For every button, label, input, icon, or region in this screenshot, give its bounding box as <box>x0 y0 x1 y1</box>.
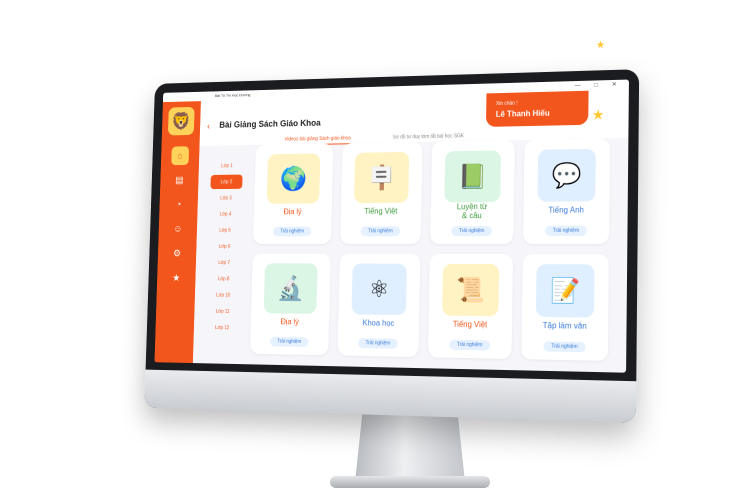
subject-card[interactable]: 📜 Tiếng Việt Trải nghiệm <box>427 253 514 359</box>
try-button[interactable]: Trải nghiệm <box>360 226 401 237</box>
subject-card[interactable]: 🔬 Địa lý Trải nghiệm <box>249 253 331 356</box>
subject-name: Địa lý <box>280 317 299 327</box>
subject-grid: 🌍 Địa lý Trải nghiệm 🪧 Tiếng Việt Trải nghiệm… <box>249 138 614 361</box>
try-button[interactable]: Trải nghiệm <box>543 341 586 353</box>
settings-icon[interactable]: ⚙ <box>168 244 186 263</box>
grade-item[interactable]: Lớp 5 <box>209 223 241 237</box>
back-arrow-icon[interactable]: ‹ <box>207 121 210 131</box>
subject-card[interactable]: 💬 Tiếng Anh Trải nghiệm <box>523 138 611 244</box>
star-icon: ★ <box>596 40 605 51</box>
subject-card[interactable]: ⚛ Khoa học Trải nghiệm <box>337 253 421 358</box>
notebook-pen-icon: 📝 <box>535 264 595 318</box>
subject-name: Tiếng Anh <box>548 205 585 215</box>
microscope-icon: 🔬 <box>263 263 318 314</box>
app-screen: Bài Tô Tín Học Dường — □ ✕ 🦁 ⌂ ▤ ◔ ☺ ⚙ ★ ‹ Bà… <box>154 79 629 373</box>
window-controls[interactable]: — □ ✕ <box>575 81 623 89</box>
grade-item[interactable]: Lớp 1 <box>211 158 243 173</box>
subject-card[interactable]: 🌍 Địa lý Trải nghiệm <box>253 143 334 245</box>
subject-card[interactable]: 📝 Tập làm văn Trải nghiệm <box>521 254 609 361</box>
book-icon[interactable]: ▤ <box>170 171 188 190</box>
try-button[interactable]: Trải nghiệm <box>358 338 398 349</box>
home-icon[interactable]: ⌂ <box>171 146 190 166</box>
page-title: Bài Giảng Sách Giáo Khoa <box>219 117 321 130</box>
subject-name: Tiếng Việt <box>364 206 398 216</box>
globe-icon: 🌍 <box>266 153 321 204</box>
vietnam-flag-icon[interactable]: ★ <box>167 269 185 288</box>
greeting-badge: Xin chào ! Lê Thanh Hiếu <box>485 90 589 127</box>
try-button[interactable]: Trải nghiệm <box>269 336 309 348</box>
atom-icon: ⚛ <box>351 263 407 316</box>
book-abc-icon: 📗 <box>444 150 502 203</box>
scroll-icon: 📜 <box>442 263 500 317</box>
subject-name: Tiếng Việt <box>452 319 488 330</box>
grade-item[interactable]: Lớp 6 <box>208 239 240 253</box>
star-icon: ★ <box>591 106 605 123</box>
bell-icon[interactable]: ◔ <box>170 195 188 214</box>
subject-card[interactable]: 📗 Luyện từ & câu Trải nghiệm <box>430 140 515 245</box>
monitor: Bài Tô Tín Học Dường — □ ✕ 🦁 ⌂ ▤ ◔ ☺ ⚙ ★ ‹ Bà… <box>144 69 640 423</box>
subject-name: Địa lý <box>283 207 302 217</box>
try-button[interactable]: Trải nghiệm <box>272 226 312 237</box>
app-logo: 🦁 <box>167 106 195 136</box>
grade-item[interactable]: Lớp 2 <box>210 174 243 190</box>
subject-card[interactable]: 🪧 Tiếng Việt Trải nghiệm <box>340 141 423 245</box>
grade-list: Lớp 1 Lớp 2 Lớp 3 Lớp 4 Lớp 5 Lớp 6 Lớp 7 Lớp 8… <box>206 158 243 337</box>
grade-item[interactable]: Lớp 4 <box>209 207 241 221</box>
user-name: Lê Thanh Hiếu <box>495 108 550 119</box>
greeting-salutation: Xin chào ! <box>495 100 518 107</box>
grade-item[interactable]: Lớp 7 <box>208 255 240 269</box>
eng-bubble-icon: 💬 <box>537 148 596 202</box>
tab-mindmap[interactable]: Sơ đồ tư duy tóm tắt bài học SGK <box>393 133 464 140</box>
grade-item[interactable]: Lớp 11 <box>207 304 239 319</box>
try-button[interactable]: Trải nghiệm <box>449 339 491 351</box>
monitor-chin <box>144 369 637 423</box>
easel-icon: 🪧 <box>354 151 410 204</box>
subject-name: Tập làm văn <box>542 320 587 331</box>
monitor-stand-base <box>330 476 490 488</box>
subject-name: Khoa học <box>362 318 395 328</box>
user-icon[interactable]: ☺ <box>169 219 187 238</box>
window-title: Bài Tô Tín Học Dường <box>214 92 251 98</box>
grade-item[interactable]: Lớp 3 <box>210 191 242 205</box>
try-button[interactable]: Trải nghiệm <box>451 226 493 237</box>
sidebar: 🦁 ⌂ ▤ ◔ ☺ ⚙ ★ <box>154 101 201 364</box>
subject-name: Luyện từ & câu <box>456 202 488 221</box>
grade-item[interactable]: Lớp 8 <box>208 272 240 287</box>
try-button[interactable]: Trải nghiệm <box>544 225 587 236</box>
grade-item[interactable]: Lớp 10 <box>207 288 239 303</box>
grade-item[interactable]: Lớp 12 <box>206 320 238 335</box>
